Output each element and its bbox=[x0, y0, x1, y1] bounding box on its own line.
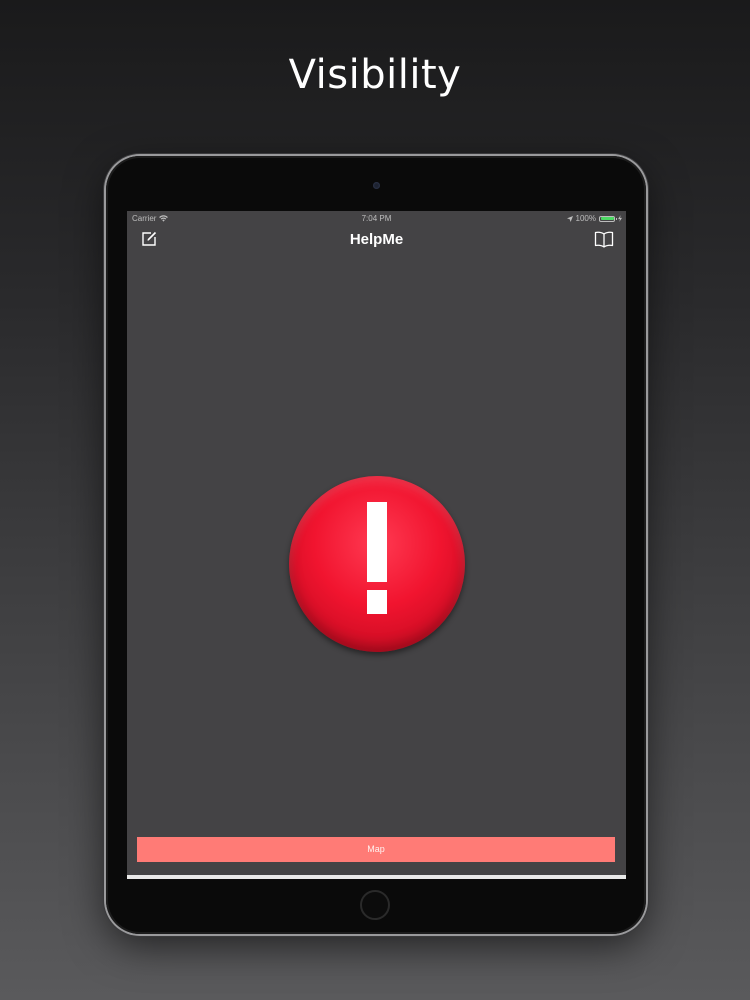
promo-title: Visibility bbox=[288, 52, 462, 98]
nav-title: HelpMe bbox=[349, 231, 404, 248]
bottom-divider bbox=[127, 875, 626, 879]
charging-bolt-icon bbox=[618, 215, 622, 222]
status-time: 7:04 PM bbox=[361, 214, 392, 223]
app-screen: Carrier 7:04 PM 100% HelpMe Map bbox=[127, 211, 626, 879]
emergency-alert-button[interactable] bbox=[289, 476, 465, 652]
exclamation-dot bbox=[367, 590, 387, 614]
status-bar: Carrier 7:04 PM 100% bbox=[127, 211, 626, 225]
home-button[interactable] bbox=[360, 890, 390, 920]
tablet-device-frame: Carrier 7:04 PM 100% HelpMe Map bbox=[106, 156, 646, 934]
bookmarks-button[interactable] bbox=[594, 230, 614, 248]
battery-level-fill bbox=[600, 217, 614, 220]
battery-icon bbox=[599, 215, 617, 222]
location-arrow-icon bbox=[566, 215, 573, 222]
map-button[interactable]: Map bbox=[137, 837, 615, 862]
book-icon bbox=[594, 231, 614, 248]
navigation-bar: HelpMe bbox=[127, 225, 626, 255]
status-right-group: 100% bbox=[566, 214, 622, 223]
front-camera bbox=[373, 182, 380, 189]
battery-percent: 100% bbox=[575, 214, 596, 223]
exclamation-icon bbox=[367, 502, 387, 582]
